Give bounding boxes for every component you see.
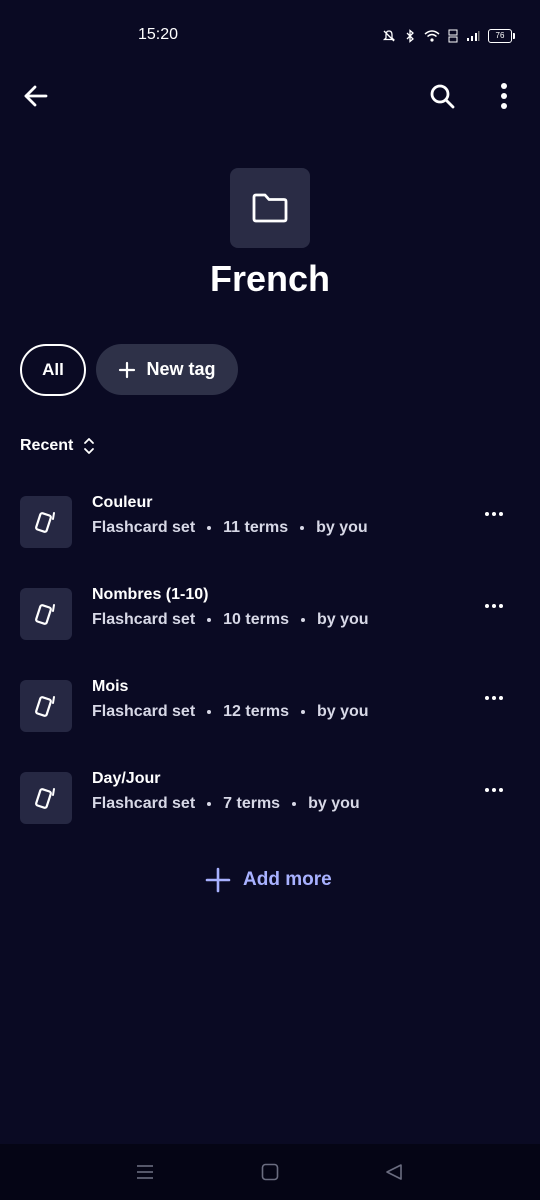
flashcard-set-icon (20, 588, 72, 640)
set-type: Flashcard set (92, 795, 196, 812)
battery-icon: 76 (488, 29, 515, 43)
set-owner: by you (316, 519, 368, 536)
status-time: 15:20 (138, 26, 179, 43)
separator-dot (207, 618, 212, 622)
more-horizontal-icon (485, 604, 503, 608)
flashcard-set-icon (20, 680, 72, 732)
status-bar: 15:20 76 (0, 0, 540, 70)
bluetooth-icon (406, 29, 414, 43)
square-icon (261, 1163, 279, 1181)
new-tag-label: New tag (146, 359, 216, 379)
separator-dot (300, 710, 305, 714)
system-nav-bar (0, 1144, 540, 1200)
folder-icon (252, 193, 288, 223)
search-button[interactable] (416, 70, 468, 122)
set-meta: Flashcard set 10 terms by you (92, 611, 369, 629)
set-owner: by you (316, 611, 369, 628)
list-item[interactable]: Day/Jour Flashcard set 7 terms by you (0, 764, 540, 840)
set-terms: 11 terms (223, 519, 289, 536)
arrow-left-icon (24, 85, 48, 107)
separator-dot (207, 526, 212, 530)
set-terms: 7 terms (223, 795, 281, 812)
search-icon (430, 84, 455, 109)
mute-icon (382, 30, 396, 42)
back-nav-button[interactable] (378, 1158, 410, 1186)
set-type: Flashcard set (92, 519, 196, 536)
flashcard-set-icon (20, 496, 72, 548)
flashcards-icon (35, 604, 55, 625)
list-item[interactable]: Nombres (1-10) Flashcard set 10 terms by… (0, 580, 540, 656)
add-more-button[interactable]: Add more (205, 864, 332, 896)
menu-icon (137, 1165, 153, 1179)
set-type: Flashcard set (92, 703, 196, 720)
set-owner: by you (316, 703, 369, 720)
home-button[interactable] (254, 1158, 286, 1186)
more-horizontal-icon (485, 696, 503, 700)
sort-label: Recent (20, 437, 74, 454)
more-horizontal-icon (485, 512, 503, 516)
wifi-icon (424, 30, 440, 42)
set-meta: Flashcard set 11 terms by you (92, 519, 368, 537)
set-title: Nombres (1-10) (92, 586, 209, 603)
set-terms: 12 terms (223, 703, 289, 720)
set-title: Couleur (92, 494, 153, 511)
flashcard-set-icon (20, 772, 72, 824)
more-horizontal-icon (485, 788, 503, 792)
flashcards-icon (35, 696, 55, 717)
folder-tile (230, 168, 310, 248)
set-terms: 10 terms (223, 611, 289, 628)
back-button[interactable] (10, 70, 62, 122)
set-meta: Flashcard set 7 terms by you (92, 795, 360, 813)
add-more-label: Add more (243, 869, 332, 890)
folder-title: French (209, 258, 331, 299)
set-more-button[interactable] (470, 770, 518, 810)
filter-all-label: All (42, 360, 64, 379)
signal-icon (467, 31, 480, 41)
more-options-button[interactable] (478, 70, 530, 122)
flashcards-icon (35, 512, 55, 533)
separator-dot (292, 802, 297, 806)
set-more-button[interactable] (470, 678, 518, 718)
set-more-button[interactable] (470, 494, 518, 534)
plus-icon (205, 867, 231, 893)
set-title: Mois (92, 678, 129, 695)
triangle-back-icon (386, 1164, 402, 1180)
status-icons: 76 (382, 26, 515, 46)
list-item[interactable]: Couleur Flashcard set 11 terms by you (0, 488, 540, 564)
set-more-button[interactable] (470, 586, 518, 626)
set-title: Day/Jour (92, 770, 161, 787)
set-type: Flashcard set (92, 611, 196, 628)
plus-icon (119, 361, 136, 378)
separator-dot (300, 618, 305, 622)
set-owner: by you (308, 795, 360, 812)
recents-button[interactable] (129, 1158, 161, 1186)
separator-dot (300, 526, 305, 530)
top-app-bar (0, 70, 540, 122)
more-vertical-icon (501, 83, 507, 109)
new-tag-button[interactable]: New tag (96, 344, 238, 395)
sort-dropdown[interactable]: Recent (20, 432, 95, 460)
set-meta: Flashcard set 12 terms by you (92, 703, 369, 721)
list-item[interactable]: Mois Flashcard set 12 terms by you (0, 672, 540, 748)
flashcards-icon (35, 788, 55, 809)
separator-dot (207, 802, 212, 806)
volte-icon (448, 29, 458, 43)
filter-all-chip[interactable]: All (20, 344, 86, 396)
sort-chevrons-icon (84, 438, 95, 454)
separator-dot (207, 710, 212, 714)
